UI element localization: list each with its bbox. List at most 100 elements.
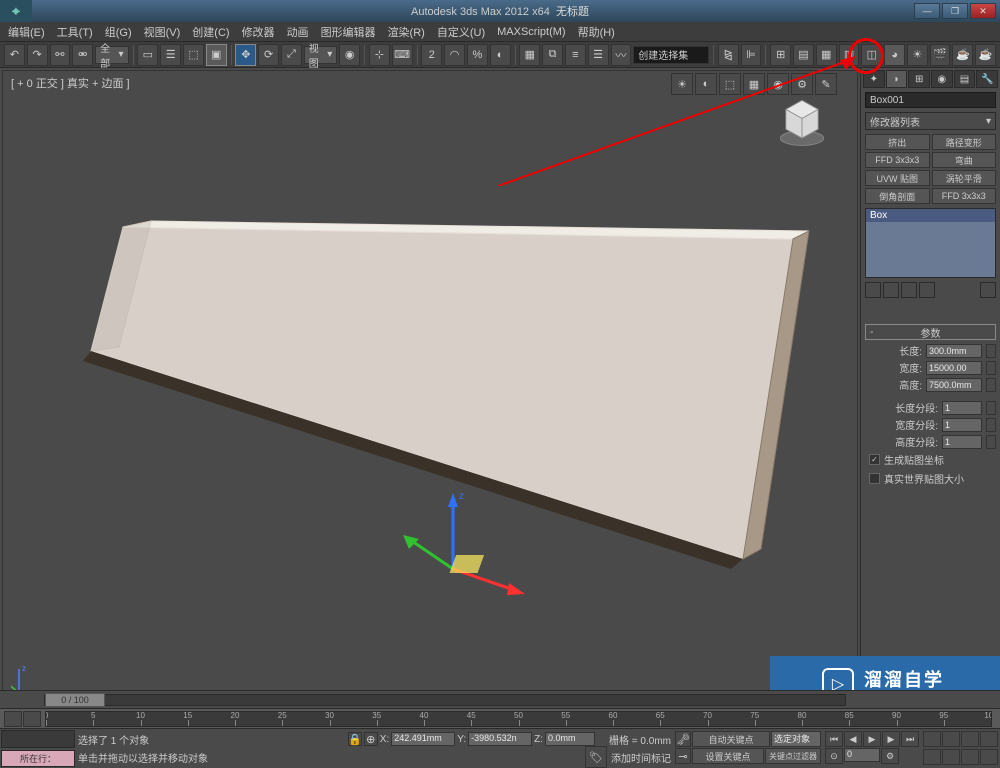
- select-region-icon[interactable]: ⬚: [183, 44, 204, 66]
- menu-animation[interactable]: 动画: [287, 24, 309, 40]
- layer-dropdown[interactable]: 全部 ▾: [95, 46, 128, 64]
- goto-start-icon[interactable]: ⏮: [825, 731, 843, 747]
- display-tab[interactable]: ▤: [954, 70, 976, 88]
- render-setup-icon[interactable]: ▦: [816, 44, 837, 66]
- object-name-input[interactable]: [865, 92, 996, 108]
- lseg-spinner[interactable]: [986, 401, 996, 415]
- modifier-stack[interactable]: Box: [865, 208, 996, 278]
- select-icon[interactable]: ▭: [137, 44, 158, 66]
- abs-icon[interactable]: ⊕: [364, 732, 378, 746]
- prev-frame-icon[interactable]: ◀: [844, 731, 862, 747]
- spinner-snap-icon[interactable]: ◐: [490, 44, 511, 66]
- lseg-input[interactable]: 1: [942, 401, 982, 415]
- frame-input[interactable]: 0: [844, 748, 880, 762]
- menu-group[interactable]: 组(G): [105, 24, 132, 40]
- menu-help[interactable]: 帮助(H): [578, 24, 615, 40]
- pan-icon[interactable]: [923, 749, 941, 765]
- utilities-tab[interactable]: 🔧: [976, 70, 998, 88]
- hierarchy-tab[interactable]: ⊞: [908, 70, 930, 88]
- zoom-icon[interactable]: [923, 731, 941, 747]
- motion-tab[interactable]: ◉: [931, 70, 953, 88]
- align2-icon[interactable]: ⊫: [741, 44, 762, 66]
- mod-turbo[interactable]: 涡轮平滑: [932, 170, 997, 186]
- time-config-icon[interactable]: ⚙: [881, 748, 899, 764]
- key-mode-icon[interactable]: ⊙: [825, 748, 843, 764]
- mod-ffd1[interactable]: FFD 3x3x3: [865, 152, 930, 168]
- material-editor-icon[interactable]: ◕: [884, 44, 905, 66]
- orbit-icon[interactable]: [942, 749, 960, 765]
- key-filter-button[interactable]: 关键点过滤器: [765, 748, 821, 764]
- mirror2-icon[interactable]: ⧎: [718, 44, 739, 66]
- add-time-tag[interactable]: 添加时间标记: [611, 750, 671, 765]
- hseg-spinner[interactable]: [986, 435, 996, 449]
- window-crossing-icon[interactable]: ▣: [206, 44, 227, 66]
- ref-coord-dropdown[interactable]: 视图 ▾: [304, 46, 337, 64]
- time-slider[interactable]: 0 / 100: [0, 690, 1000, 708]
- snap-angle-icon[interactable]: ◠: [444, 44, 465, 66]
- selection-set-dropdown[interactable]: 创建选择集: [633, 46, 709, 64]
- time-tag-icon[interactable]: 🏷: [585, 746, 607, 768]
- viewport[interactable]: [ + 0 正交 ] 真实 + 边面 ] ☀ ◐ ⬚ ▦ ◉ ⚙ ✎: [2, 70, 858, 706]
- snap-percent-icon[interactable]: %: [467, 44, 488, 66]
- tool-a-icon[interactable]: ◫: [861, 44, 882, 66]
- curve-editor-icon[interactable]: 〰: [611, 44, 632, 66]
- app-icon[interactable]: ⌖: [0, 0, 32, 22]
- manipulate-icon[interactable]: ⊹: [369, 44, 390, 66]
- move-icon[interactable]: ✥: [235, 44, 256, 66]
- align-icon[interactable]: ≡: [565, 44, 586, 66]
- stack-remove-icon[interactable]: [919, 282, 935, 298]
- zoom-all-icon[interactable]: [942, 731, 960, 747]
- rollout-params[interactable]: -参数: [865, 324, 996, 340]
- wseg-spinner[interactable]: [986, 418, 996, 432]
- set-key-button[interactable]: 设置关键点: [692, 748, 764, 764]
- layer-manager-icon[interactable]: ☰: [588, 44, 609, 66]
- snap-2d-icon[interactable]: 2: [421, 44, 442, 66]
- close-button[interactable]: ✕: [970, 3, 996, 19]
- menu-rendering[interactable]: 渲染(R): [388, 24, 425, 40]
- y-input[interactable]: -3980.532n: [468, 732, 532, 746]
- modifier-list-dropdown[interactable]: 修改器列表▾: [865, 112, 996, 130]
- menu-modifiers[interactable]: 修改器: [242, 24, 275, 40]
- sel-obj-field[interactable]: 选定对象: [771, 731, 821, 747]
- maximize-button[interactable]: ❐: [942, 3, 968, 19]
- goto-end-icon[interactable]: ⏭: [901, 731, 919, 747]
- key-lock-icon[interactable]: 🗝: [675, 731, 691, 747]
- menu-view[interactable]: 视图(V): [144, 24, 181, 40]
- current-line[interactable]: 所在行：: [1, 750, 75, 768]
- wseg-input[interactable]: 1: [942, 418, 982, 432]
- mod-uvw[interactable]: UVW 贴图: [865, 170, 930, 186]
- render-scene-icon[interactable]: ☀: [907, 44, 928, 66]
- material-lib-icon[interactable]: ▤: [793, 44, 814, 66]
- mirror-icon[interactable]: ⧉: [542, 44, 563, 66]
- modify-tab[interactable]: ◗: [886, 70, 908, 88]
- minimize-button[interactable]: —: [914, 3, 940, 19]
- track-btn1[interactable]: [4, 711, 22, 727]
- max-viewport-icon[interactable]: [980, 749, 998, 765]
- script-mini[interactable]: [1, 730, 75, 748]
- redo-icon[interactable]: ↷: [27, 44, 48, 66]
- mod-pathdeform[interactable]: 路径变形: [932, 134, 997, 150]
- height-input[interactable]: 7500.0mm: [926, 378, 982, 392]
- link-icon[interactable]: ⚯: [50, 44, 71, 66]
- unlink-icon[interactable]: ⚮: [72, 44, 93, 66]
- render-frame-icon[interactable]: ▥: [839, 44, 860, 66]
- stack-config-icon[interactable]: [980, 282, 996, 298]
- menu-tools[interactable]: 工具(T): [57, 24, 93, 40]
- rotate-icon[interactable]: ⟳: [258, 44, 279, 66]
- stack-unique-icon[interactable]: [901, 282, 917, 298]
- stack-show-icon[interactable]: [883, 282, 899, 298]
- scale-icon[interactable]: ⤢: [281, 44, 302, 66]
- mod-ffd2[interactable]: FFD 3x3x3: [932, 188, 997, 204]
- mod-bend[interactable]: 弯曲: [932, 152, 997, 168]
- menu-create[interactable]: 创建(C): [192, 24, 229, 40]
- create-tab[interactable]: ✦: [863, 70, 885, 88]
- hseg-input[interactable]: 1: [942, 435, 982, 449]
- time-ruler[interactable]: 0510152025303540455055606570758085909510…: [45, 711, 992, 727]
- mod-bevel[interactable]: 倒角剖面: [865, 188, 930, 204]
- next-frame-icon[interactable]: ▶: [882, 731, 900, 747]
- dolly-icon[interactable]: [961, 749, 979, 765]
- menu-maxscript[interactable]: MAXScript(M): [497, 26, 565, 38]
- lock-icon[interactable]: 🔒: [348, 732, 362, 746]
- length-spinner[interactable]: [986, 344, 996, 358]
- time-slider-thumb[interactable]: 0 / 100: [45, 693, 105, 707]
